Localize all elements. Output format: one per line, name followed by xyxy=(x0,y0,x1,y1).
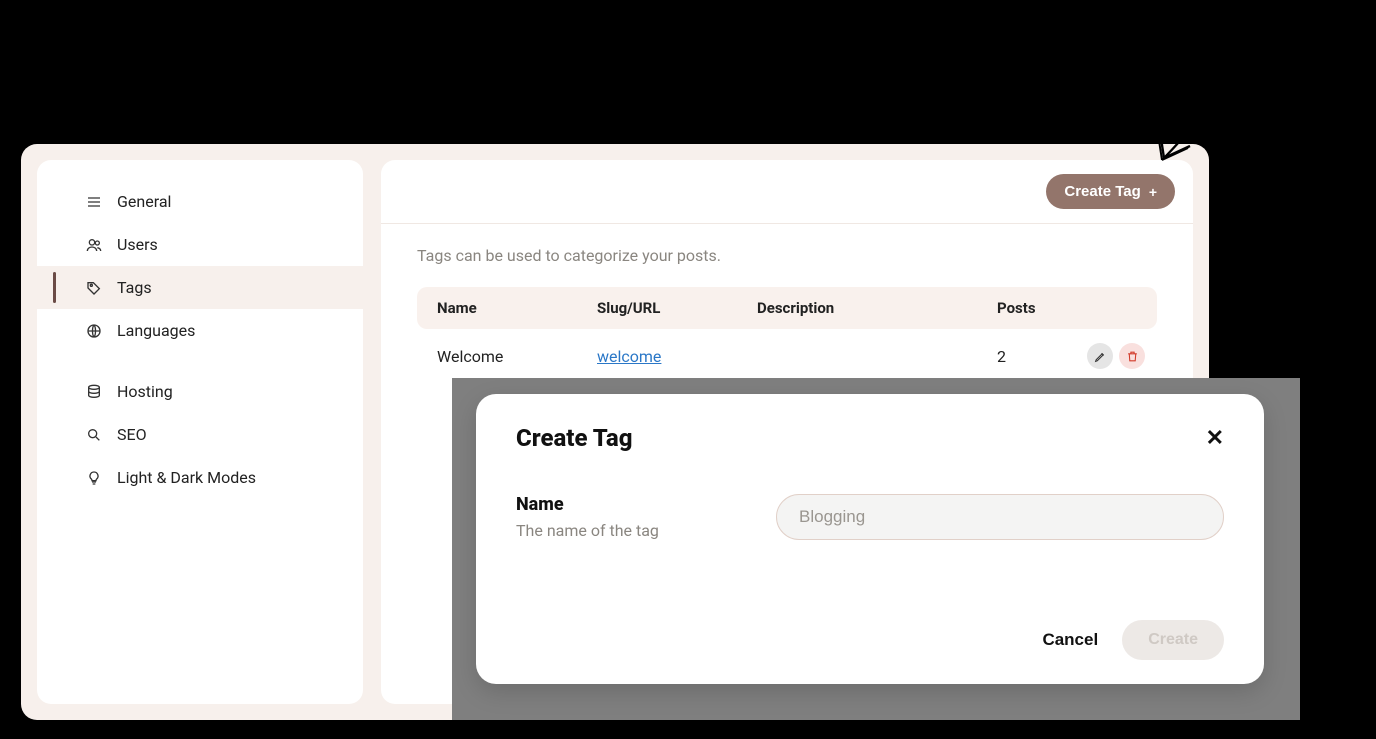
form-row-name: Name The name of the tag xyxy=(516,494,1224,540)
database-icon xyxy=(85,383,103,401)
sidebar-item-tags[interactable]: Tags xyxy=(37,266,363,309)
create-tag-button[interactable]: Create Tag + xyxy=(1046,174,1175,209)
modal-backdrop: Create Tag ✕ Name The name of the tag Ca… xyxy=(452,378,1300,720)
panel-header: Create Tag + xyxy=(381,160,1193,224)
col-description: Description xyxy=(757,299,997,317)
name-label: Name xyxy=(516,494,736,515)
sidebar-item-label: Hosting xyxy=(117,382,173,401)
cell-name: Welcome xyxy=(437,347,597,366)
create-tag-modal: Create Tag ✕ Name The name of the tag Ca… xyxy=(476,394,1264,684)
pencil-icon xyxy=(1094,350,1107,363)
table-header: Name Slug/URL Description Posts xyxy=(417,287,1157,329)
name-sublabel: The name of the tag xyxy=(516,521,736,540)
sidebar-item-label: Light & Dark Modes xyxy=(117,468,256,487)
create-button[interactable]: Create xyxy=(1122,620,1224,660)
row-actions xyxy=(1087,343,1145,369)
sidebar-item-label: Languages xyxy=(117,321,195,340)
bulb-icon xyxy=(85,469,103,487)
sidebar-item-label: General xyxy=(117,192,171,211)
sidebar-item-seo[interactable]: SEO xyxy=(37,413,363,456)
sidebar-item-label: Tags xyxy=(117,278,152,297)
sidebar-item-hosting[interactable]: Hosting xyxy=(37,370,363,413)
sidebar-item-users[interactable]: Users xyxy=(37,223,363,266)
modal-header: Create Tag ✕ xyxy=(516,424,1224,452)
sidebar: General Users Tags Languages Hosting xyxy=(37,160,363,704)
globe-icon xyxy=(85,322,103,340)
slug-link[interactable]: welcome xyxy=(597,347,661,366)
cancel-button[interactable]: Cancel xyxy=(1042,630,1098,650)
users-icon xyxy=(85,236,103,254)
tag-name-input[interactable] xyxy=(776,494,1224,540)
search-icon xyxy=(85,426,103,444)
tag-icon xyxy=(85,279,103,297)
modal-footer: Cancel Create xyxy=(516,620,1224,660)
col-posts: Posts xyxy=(997,299,1087,317)
create-tag-label: Create Tag xyxy=(1064,183,1140,200)
trash-icon xyxy=(1126,350,1139,363)
sidebar-item-label: SEO xyxy=(117,425,147,444)
sidebar-divider xyxy=(37,352,363,370)
form-label-col: Name The name of the tag xyxy=(516,494,736,540)
table-row: Welcome welcome 2 xyxy=(417,329,1157,383)
cell-posts: 2 xyxy=(997,347,1087,366)
modal-title: Create Tag xyxy=(516,424,633,452)
sidebar-item-light-dark[interactable]: Light & Dark Modes xyxy=(37,456,363,499)
sidebar-item-label: Users xyxy=(117,235,158,254)
helper-text: Tags can be used to categorize your post… xyxy=(417,246,1157,265)
menu-icon xyxy=(85,193,103,211)
sidebar-item-languages[interactable]: Languages xyxy=(37,309,363,352)
col-name: Name xyxy=(437,299,597,317)
edit-button[interactable] xyxy=(1087,343,1113,369)
tag-table: Name Slug/URL Description Posts Welcome … xyxy=(417,287,1157,383)
delete-button[interactable] xyxy=(1119,343,1145,369)
close-button[interactable]: ✕ xyxy=(1206,425,1224,451)
plus-icon: + xyxy=(1149,185,1157,199)
col-slug: Slug/URL xyxy=(597,299,757,317)
sidebar-item-general[interactable]: General xyxy=(37,180,363,223)
close-icon: ✕ xyxy=(1206,425,1224,450)
